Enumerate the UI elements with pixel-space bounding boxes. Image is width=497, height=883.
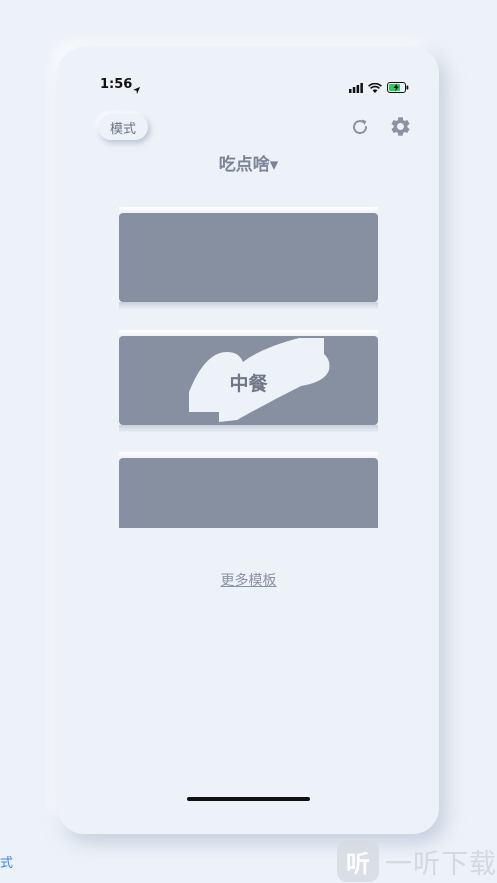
edge-text: 式: [0, 856, 14, 871]
battery-charging-icon: [387, 78, 409, 97]
watermark-logo: 听: [337, 840, 379, 882]
watermark: 听 一听下载: [337, 840, 497, 882]
phone-screen: 1:56 模式 吃点啥▾ 中餐 更多模板: [58, 47, 439, 834]
option-card[interactable]: [119, 452, 378, 528]
page-title[interactable]: 吃点啥▾: [58, 150, 439, 175]
refresh-icon[interactable]: [350, 117, 370, 141]
watermark-text: 一听下载: [385, 848, 497, 880]
card-body: [119, 458, 378, 528]
gear-icon[interactable]: [389, 115, 412, 142]
more-templates-link[interactable]: 更多模板: [58, 570, 439, 590]
option-card[interactable]: [119, 207, 378, 317]
card-label: 中餐: [229, 373, 268, 395]
status-time: 1:56: [100, 77, 133, 92]
signal-icon: [349, 78, 363, 97]
location-arrow-icon: [132, 80, 141, 99]
wifi-icon: [368, 78, 382, 97]
option-card-selected[interactable]: 中餐: [119, 330, 378, 440]
card-shadow: [119, 302, 378, 310]
home-indicator[interactable]: [187, 797, 310, 801]
page: 1:56 模式 吃点啥▾ 中餐 更多模板 式 听 一听下载: [0, 0, 497, 883]
status-icons: [349, 78, 409, 97]
card-body: [119, 213, 378, 302]
mode-button[interactable]: 模式: [98, 114, 148, 140]
